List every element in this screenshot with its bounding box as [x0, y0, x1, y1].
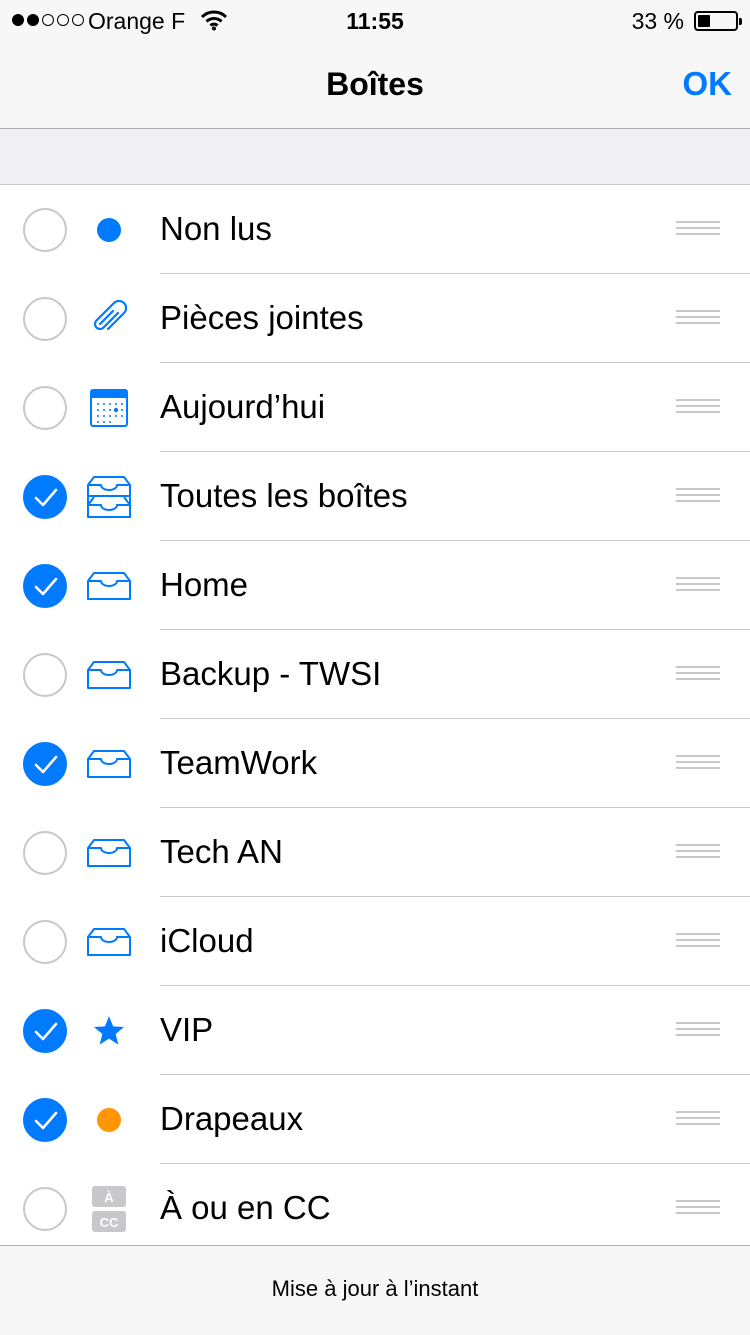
reorder-handle-icon[interactable]	[676, 666, 720, 684]
checkbox-unselected[interactable]	[23, 920, 67, 964]
star-icon	[86, 1008, 132, 1054]
mailbox-label: Toutes les boîtes	[160, 477, 408, 514]
flag-dot-icon	[86, 1097, 132, 1143]
reorder-handle-icon[interactable]	[676, 577, 720, 595]
reorder-handle-icon[interactable]	[676, 488, 720, 506]
mailbox-label: Pièces jointes	[160, 299, 364, 336]
mailbox-row[interactable]: Aujourd’hui	[0, 363, 750, 452]
mailbox-row[interactable]: Toutes les boîtes	[0, 452, 750, 541]
mailbox-label: Non lus	[160, 210, 272, 247]
update-status: Mise à jour à l’instant	[271, 1276, 479, 1301]
reorder-handle-icon[interactable]	[676, 755, 720, 773]
mailbox-label: Drapeaux	[160, 1100, 304, 1137]
navigation-bar: Boîtes OK	[0, 40, 750, 129]
ok-button[interactable]: OK	[683, 65, 733, 103]
mailbox-row[interactable]: Pièces jointes	[0, 274, 750, 363]
inbox-tray-icon	[86, 919, 132, 965]
inbox-tray-icon	[86, 830, 132, 876]
mailbox-row[interactable]: iCloud	[0, 897, 750, 986]
checkbox-unselected[interactable]	[23, 1187, 67, 1231]
to-cc-icon: À CC	[86, 1186, 132, 1232]
mailbox-label: TeamWork	[160, 744, 318, 781]
paperclip-icon	[86, 296, 132, 342]
bottom-toolbar: Mise à jour à l’instant	[0, 1245, 750, 1335]
mailbox-row[interactable]: À CC À ou en CC	[0, 1164, 750, 1253]
svg-text:CC: CC	[100, 1215, 119, 1230]
checkmark-selected-icon[interactable]	[23, 564, 67, 608]
mailbox-row[interactable]: Backup - TWSI	[0, 630, 750, 719]
inbox-tray-icon	[86, 652, 132, 698]
mailbox-row[interactable]: Tech AN	[0, 808, 750, 897]
checkmark-selected-icon[interactable]	[23, 1009, 67, 1053]
reorder-handle-icon[interactable]	[676, 310, 720, 328]
mailbox-label: iCloud	[160, 922, 254, 959]
checkmark-selected-icon[interactable]	[23, 1098, 67, 1142]
section-spacer	[0, 129, 750, 185]
reorder-handle-icon[interactable]	[676, 399, 720, 417]
mailbox-label: Aujourd’hui	[160, 388, 326, 425]
checkmark-selected-icon[interactable]	[23, 475, 67, 519]
battery-icon	[694, 11, 742, 31]
calendar-icon	[86, 385, 132, 431]
all-inboxes-icon	[86, 474, 132, 520]
mailbox-row[interactable]: TeamWork	[0, 719, 750, 808]
checkbox-unselected[interactable]	[23, 297, 67, 341]
mailbox-label: VIP	[160, 1011, 214, 1048]
reorder-handle-icon[interactable]	[676, 221, 720, 239]
reorder-handle-icon[interactable]	[676, 844, 720, 862]
mailbox-row[interactable]: Home	[0, 541, 750, 630]
reorder-handle-icon[interactable]	[676, 1022, 720, 1040]
status-bar: Orange F 11:55 33 %	[0, 0, 750, 40]
mailbox-label: Home	[160, 566, 249, 603]
battery-percentage: 33 %	[631, 8, 684, 34]
mailbox-row[interactable]: VIP	[0, 986, 750, 1075]
checkmark-selected-icon[interactable]	[23, 742, 67, 786]
mailbox-row[interactable]: Drapeaux	[0, 1075, 750, 1164]
checkbox-unselected[interactable]	[23, 208, 67, 252]
checkbox-unselected[interactable]	[23, 831, 67, 875]
page-title: Boîtes	[326, 66, 424, 102]
checkbox-unselected[interactable]	[23, 386, 67, 430]
mailbox-label: Tech AN	[160, 833, 283, 870]
inbox-tray-icon	[86, 563, 132, 609]
mailbox-list: Non lus Pièces jointes Aujourd’hui Toute…	[0, 185, 750, 1253]
mailbox-label: Backup - TWSI	[160, 655, 382, 692]
mailbox-label: À ou en CC	[160, 1189, 331, 1226]
unread-dot-icon	[86, 207, 132, 253]
reorder-handle-icon[interactable]	[676, 1111, 720, 1129]
reorder-handle-icon[interactable]	[676, 933, 720, 951]
mailbox-row[interactable]: Non lus	[0, 185, 750, 274]
checkbox-unselected[interactable]	[23, 653, 67, 697]
reorder-handle-icon[interactable]	[676, 1200, 720, 1218]
svg-text:À: À	[104, 1190, 114, 1205]
inbox-tray-icon	[86, 741, 132, 787]
